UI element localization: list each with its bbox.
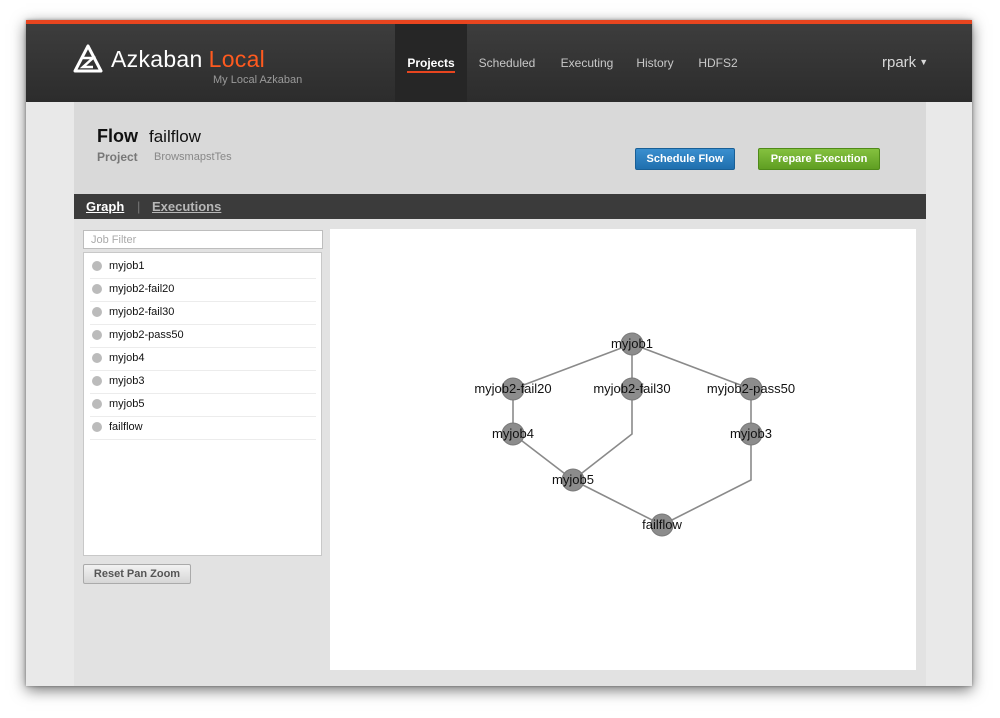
flow-label: Flow bbox=[97, 126, 138, 146]
graph-node-label: myjob5 bbox=[552, 472, 594, 487]
top-navbar: Azkaban Local My Local Azkaban Projects S… bbox=[26, 20, 972, 102]
brand-name[interactable]: Azkaban Local bbox=[111, 46, 265, 73]
graph-node-label: failflow bbox=[642, 517, 682, 532]
flow-name: failflow bbox=[149, 127, 201, 146]
reset-pan-zoom-button[interactable]: Reset Pan Zoom bbox=[83, 564, 191, 584]
graph-node-label: myjob3 bbox=[730, 426, 772, 441]
graph-node[interactable]: myjob4 bbox=[492, 422, 534, 446]
job-list-item[interactable]: myjob5 bbox=[90, 394, 316, 417]
nav-projects[interactable]: Projects bbox=[395, 24, 467, 102]
flow-header: Flow failflow Project BrowsmapstTes Sche… bbox=[74, 102, 926, 194]
graph-node[interactable]: myjob2-fail30 bbox=[593, 377, 671, 401]
project-name[interactable]: BrowsmapstTes bbox=[154, 151, 232, 163]
job-list-item[interactable]: myjob1 bbox=[90, 256, 316, 279]
status-dot-icon bbox=[92, 399, 102, 409]
azkaban-logo-icon[interactable] bbox=[73, 44, 103, 74]
graph-node-label: myjob2-fail20 bbox=[474, 381, 551, 396]
status-dot-icon bbox=[92, 376, 102, 386]
job-label: myjob2-pass50 bbox=[109, 329, 184, 341]
job-list-item[interactable]: failflow bbox=[90, 417, 316, 440]
schedule-flow-button[interactable]: Schedule Flow bbox=[635, 148, 735, 170]
nav-scheduled[interactable]: Scheduled bbox=[470, 24, 544, 102]
job-label: myjob2-fail20 bbox=[109, 283, 175, 295]
flow-graph-panel[interactable]: myjob1 myjob2-fail20 myjob2-fail30 myjob2-p… bbox=[330, 229, 916, 670]
nav-hdfs2[interactable]: HDFS2 bbox=[690, 24, 746, 102]
graph-node[interactable]: myjob3 bbox=[730, 422, 772, 446]
nav-history[interactable]: History bbox=[630, 24, 680, 102]
job-list-item[interactable]: myjob2-fail30 bbox=[90, 302, 316, 325]
user-name: rpark bbox=[882, 54, 917, 71]
brand-title: Azkaban bbox=[111, 46, 203, 72]
caret-down-icon: ▼ bbox=[919, 57, 929, 67]
app-window: Azkaban Local My Local Azkaban Projects S… bbox=[26, 20, 972, 686]
user-menu[interactable]: rpark ▼ bbox=[882, 54, 928, 71]
status-dot-icon bbox=[92, 284, 102, 294]
graph-node-label: myjob4 bbox=[492, 426, 534, 441]
status-dot-icon bbox=[92, 261, 102, 271]
graph-node[interactable]: myjob2-fail20 bbox=[474, 377, 552, 401]
graph-node-label: myjob2-fail30 bbox=[593, 381, 670, 396]
graph-node-label: myjob2-pass50 bbox=[707, 381, 795, 396]
status-dot-icon bbox=[92, 422, 102, 432]
tab-graph[interactable]: Graph bbox=[86, 194, 124, 219]
nav-projects-label: Projects bbox=[407, 56, 455, 73]
job-list-item[interactable]: myjob2-pass50 bbox=[90, 325, 316, 348]
job-list-item[interactable]: myjob2-fail20 bbox=[90, 279, 316, 302]
brand-suffix: Local bbox=[208, 46, 266, 72]
tab-bar: Graph | Executions bbox=[74, 194, 926, 219]
brand-subtitle: My Local Azkaban bbox=[213, 74, 303, 86]
job-label: myjob3 bbox=[109, 375, 145, 387]
graph-node[interactable]: myjob1 bbox=[611, 332, 653, 356]
prepare-execution-button[interactable]: Prepare Execution bbox=[758, 148, 880, 170]
graph-node[interactable]: myjob2-pass50 bbox=[707, 377, 795, 401]
job-list: myjob1 myjob2-fail20 myjob2-fail30 myjob… bbox=[83, 252, 322, 556]
job-list-item[interactable]: myjob4 bbox=[90, 348, 316, 371]
graph-edge bbox=[661, 434, 752, 526]
tab-executions[interactable]: Executions bbox=[152, 194, 221, 219]
nav-executing[interactable]: Executing bbox=[550, 24, 624, 102]
graph-node-label: myjob1 bbox=[611, 336, 653, 351]
status-dot-icon bbox=[92, 353, 102, 363]
job-label: failflow bbox=[109, 421, 143, 433]
job-label: myjob2-fail30 bbox=[109, 306, 175, 318]
flow-graph[interactable]: myjob1 myjob2-fail20 myjob2-fail30 myjob2-p… bbox=[330, 229, 916, 670]
graph-edge bbox=[572, 389, 633, 481]
job-label: myjob5 bbox=[109, 398, 145, 410]
job-label: myjob4 bbox=[109, 352, 145, 364]
tab-separator: | bbox=[137, 199, 141, 214]
content-panel: Flow failflow Project BrowsmapstTes Sche… bbox=[74, 102, 926, 686]
job-label: myjob1 bbox=[109, 260, 145, 272]
status-dot-icon bbox=[92, 307, 102, 317]
status-dot-icon bbox=[92, 330, 102, 340]
project-label: Project bbox=[97, 150, 138, 164]
job-filter-input[interactable] bbox=[83, 230, 323, 249]
graph-node[interactable]: failflow bbox=[642, 513, 682, 537]
job-list-item[interactable]: myjob3 bbox=[90, 371, 316, 394]
